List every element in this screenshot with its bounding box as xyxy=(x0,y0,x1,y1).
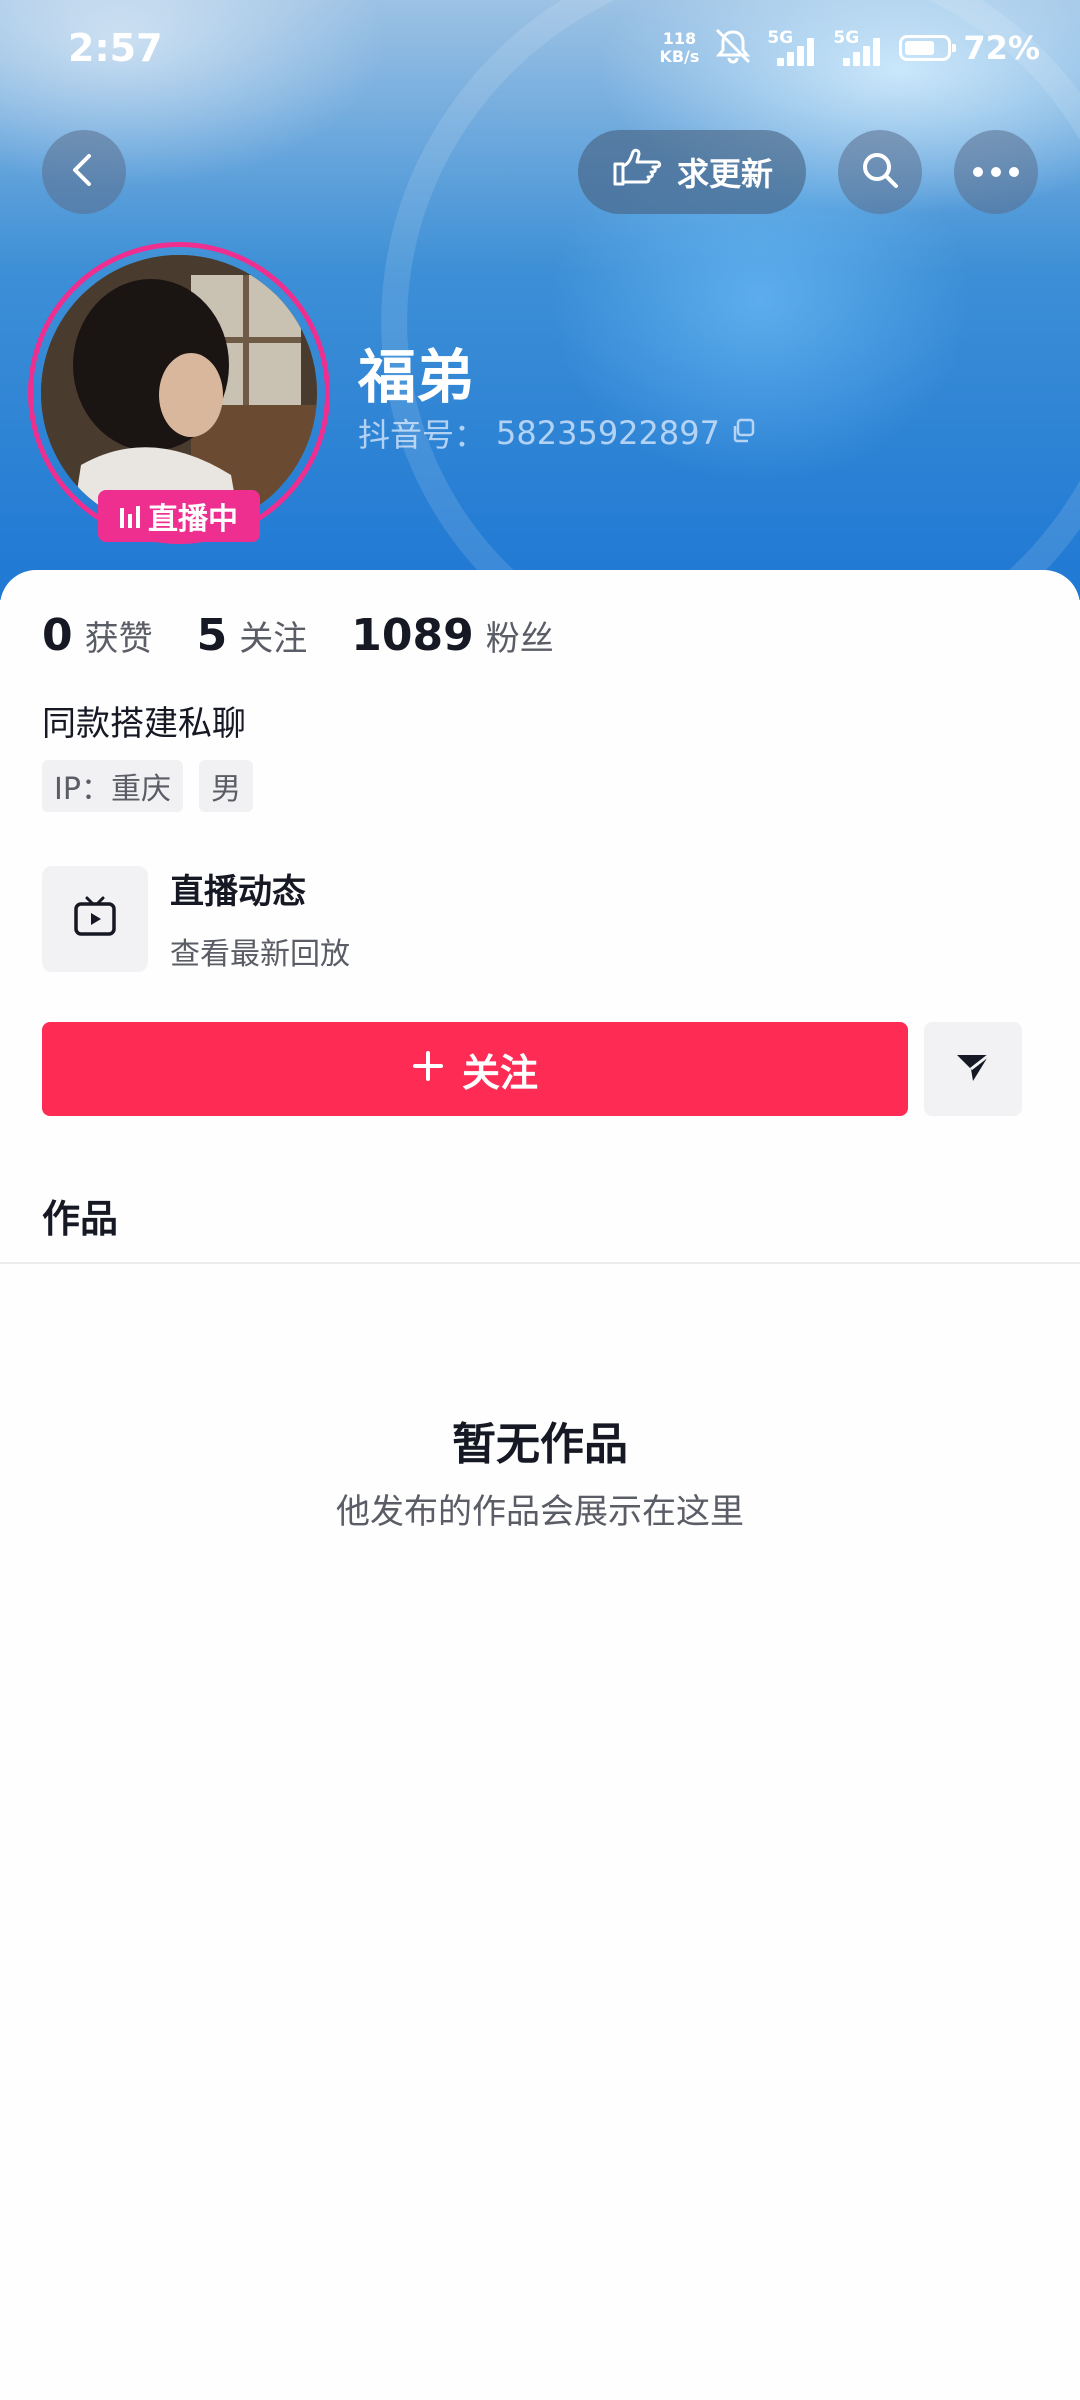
douyin-id-value: 58235922897 xyxy=(496,414,720,452)
search-button[interactable] xyxy=(838,130,922,214)
live-activity-subtitle: 查看最新回放 xyxy=(170,937,350,972)
signal-icon-2: 5G xyxy=(833,28,887,68)
tag-ip: IP：重庆 xyxy=(42,760,183,812)
network-speed-unit: KB/s xyxy=(659,47,700,66)
stat-likes-label: 获赞 xyxy=(84,619,153,659)
status-icons: 118 KB/s 5G 5G 72% xyxy=(659,26,1040,70)
profile-name: 福弟 xyxy=(358,343,475,411)
more-button[interactable] xyxy=(954,130,1038,214)
more-horizontal-icon xyxy=(972,163,1020,182)
back-button[interactable] xyxy=(42,130,126,214)
signal-1-label: 5G xyxy=(767,28,794,48)
battery-percent: 72% xyxy=(963,29,1040,67)
empty-works-title: 暂无作品 xyxy=(452,1419,628,1470)
douyin-id[interactable]: 抖音号： 58235922897 xyxy=(358,410,756,456)
empty-works-subtitle: 他发布的作品会展示在这里 xyxy=(336,1492,744,1532)
stat-followers-value: 1089 xyxy=(351,610,474,661)
profile-bio: 同款搭建私聊 xyxy=(42,704,246,744)
status-time: 2:57 xyxy=(68,26,163,70)
tab-divider xyxy=(0,1262,1080,1264)
request-update-label: 求更新 xyxy=(676,155,773,193)
stat-likes-value: 0 xyxy=(42,610,73,661)
status-bar: 2:57 118 KB/s 5G 5G 72% xyxy=(0,0,1080,100)
tag-gender: 男 xyxy=(198,760,253,812)
profile-tags: IP：重庆 男 xyxy=(42,760,253,812)
signal-2-label: 5G xyxy=(833,28,860,48)
plus-icon xyxy=(412,1047,444,1091)
live-badge[interactable]: 直播中 xyxy=(98,490,260,542)
live-bars-icon xyxy=(120,504,140,528)
stat-likes[interactable]: 0 获赞 xyxy=(42,610,153,661)
copy-icon[interactable] xyxy=(730,414,756,452)
stats-row: 0 获赞 5 关注 1089 粉丝 xyxy=(42,610,554,661)
live-activity-icon-box xyxy=(42,865,148,972)
network-speed: 118 KB/s xyxy=(659,30,699,66)
profile-card: 0 获赞 5 关注 1089 粉丝 同款搭建私聊 IP：重庆 男 直播动态 查看… xyxy=(0,570,1080,2400)
live-badge-label: 直播中 xyxy=(148,502,238,537)
request-update-button[interactable]: 求更新 xyxy=(578,130,806,214)
douyin-id-label: 抖音号： xyxy=(358,416,487,454)
network-speed-value: 118 xyxy=(662,29,697,48)
bell-muted-icon xyxy=(711,26,755,70)
stat-following[interactable]: 5 关注 xyxy=(197,610,308,661)
follow-button[interactable]: 关注 xyxy=(42,1022,908,1116)
chevron-left-icon xyxy=(64,150,104,194)
stat-followers[interactable]: 1089 粉丝 xyxy=(351,610,553,661)
stat-following-value: 5 xyxy=(196,610,228,661)
battery-icon xyxy=(899,35,957,61)
send-icon xyxy=(953,1047,993,1091)
send-message-button[interactable] xyxy=(924,1022,1022,1116)
battery-level xyxy=(905,41,935,55)
live-activity-text: 直播动态 查看最新回放 xyxy=(170,864,350,973)
follow-label: 关注 xyxy=(461,1050,538,1095)
live-activity-title: 直播动态 xyxy=(170,872,306,912)
signal-icon-1: 5G xyxy=(767,28,821,68)
tab-works[interactable]: 作品 xyxy=(42,1188,118,1243)
pointing-hand-icon xyxy=(611,146,663,198)
live-activity-entry[interactable]: 直播动态 查看最新回放 xyxy=(42,864,350,973)
tv-play-icon xyxy=(72,894,118,944)
stat-following-label: 关注 xyxy=(239,619,308,659)
search-icon xyxy=(858,148,902,196)
stat-followers-label: 粉丝 xyxy=(485,619,554,659)
